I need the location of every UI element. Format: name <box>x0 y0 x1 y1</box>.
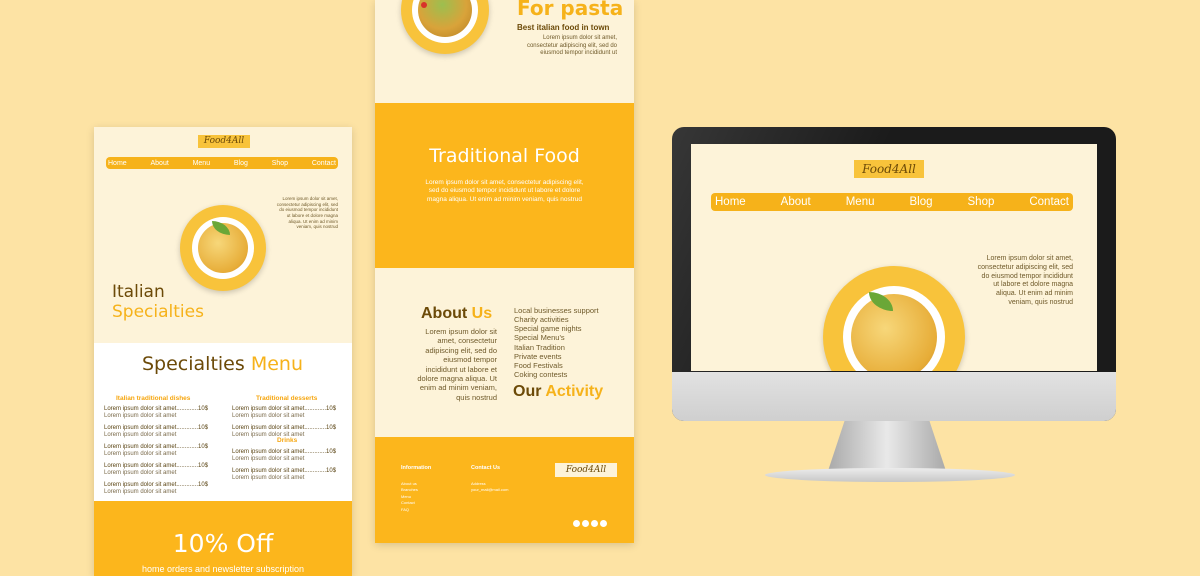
main-nav: Home About Menu Blog Shop Contact <box>106 157 338 169</box>
brand-logo[interactable]: Food4All <box>198 135 250 148</box>
activity-title-part2: Activity <box>545 383 604 400</box>
about-lorem: Lorem ipsum dolor sit amet, consectetur ad… <box>417 327 497 402</box>
menu-item: Lorem ipsum dolor sit amet.............1… <box>232 468 337 474</box>
promo-title: 10% Off <box>172 529 274 558</box>
facebook-icon[interactable] <box>600 520 607 527</box>
promo-subtitle[interactable]: home orders and newsletter subscription <box>94 564 352 574</box>
nav-blog[interactable]: Blog <box>909 196 932 208</box>
col2-heading: Traditional desserts <box>256 395 318 402</box>
pinterest-icon[interactable] <box>591 520 598 527</box>
menu-section: Specialties Menu Italian traditional dis… <box>94 343 352 501</box>
nav-home[interactable]: Home <box>715 196 746 208</box>
drinks-heading: Drinks <box>277 437 298 444</box>
list-item: Local businesses support <box>514 306 599 315</box>
top-subtitle: Best italian food in town <box>517 23 610 32</box>
twitter-icon[interactable] <box>582 520 589 527</box>
band-title: Traditional Food <box>429 145 580 167</box>
list-item: Private events <box>514 351 562 361</box>
nav-home[interactable]: Home <box>108 160 127 167</box>
footer-info-heading: Information <box>401 465 432 471</box>
footer-link[interactable]: Branches <box>401 487 418 493</box>
nav-about[interactable]: About <box>150 160 168 167</box>
list-item: Food Festivals <box>514 360 563 370</box>
top-lorem: Lorem ipsum dolor sit amet, consectetur a… <box>526 35 617 56</box>
list-item: Coking contests <box>514 369 568 379</box>
col1-heading: Italian traditional dishes <box>116 395 191 402</box>
menu-item: Lorem ipsum dolor sit amet.............1… <box>104 406 209 412</box>
hero-lorem: Lorem ipsum dolor sit amet, consectetur a… <box>276 196 338 230</box>
menu-title-part1: Specialties <box>142 353 245 375</box>
footer-contact-heading: Contact Us <box>471 465 501 471</box>
traditional-food-band: Traditional Food Lorem ipsum dolor sit a… <box>375 103 634 268</box>
about-title-part1: About <box>421 305 468 322</box>
footer-links: About us Branches Menu Contact FAQ <box>401 481 418 513</box>
activity-list: Local businesses support Charity activit… <box>514 306 599 379</box>
tablet-footer: Information About us Branches Menu Conta… <box>375 437 634 543</box>
col1-items: Lorem ipsum dolor sit amet.............1… <box>104 406 216 501</box>
list-item: Italian Tradition <box>514 342 565 352</box>
nav-contact[interactable]: Contact <box>312 160 336 167</box>
tablet-mockup: For pasta Best italian food in town Lore… <box>375 0 634 543</box>
pasta-dish-image <box>823 266 965 371</box>
list-item: Special game nights <box>514 324 582 334</box>
monitor-stand <box>828 421 946 471</box>
list-item: Special Menu's <box>514 333 565 343</box>
menu-item: Lorem ipsum dolor sit amet.............1… <box>104 425 209 431</box>
list-item: Charity activities <box>514 315 569 325</box>
band-lorem: Lorem ipsum dolor sit amet, consectetur … <box>425 179 584 203</box>
nav-blog[interactable]: Blog <box>234 160 248 167</box>
hero-title-line2: Specialties <box>112 302 204 322</box>
footer-contact: Address your_mail@mail.com <box>471 481 509 493</box>
nav-contact[interactable]: Contact <box>1029 196 1069 208</box>
footer-logo[interactable]: Food4All <box>555 463 617 477</box>
main-nav: Home About Menu Blog Shop Contact <box>711 193 1073 211</box>
menu-title-part2: Menu <box>250 353 303 375</box>
promo-banner: 10% Off home orders and newsletter subsc… <box>94 501 352 576</box>
brand-logo[interactable]: Food4All <box>854 160 924 178</box>
pasta-dish-image <box>401 0 489 54</box>
about-title-part2: Us <box>471 305 493 322</box>
menu-item: Lorem ipsum dolor sit amet.............1… <box>104 463 209 469</box>
footer-link[interactable]: FAQ <box>401 507 418 513</box>
youtube-icon[interactable] <box>573 520 580 527</box>
pasta-dish-image <box>180 205 266 291</box>
hero-lorem: Lorem ipsum dolor sit amet, consectetur a… <box>977 255 1073 306</box>
nav-shop[interactable]: Shop <box>272 160 288 167</box>
mobile-mockup: Food4All Home About Menu Blog Shop Conta… <box>94 127 352 576</box>
nav-menu[interactable]: Menu <box>193 160 211 167</box>
drinks-items: Lorem ipsum dolor sit amet.............1… <box>232 449 344 487</box>
footer-email[interactable]: your_mail@mail.com <box>471 487 508 493</box>
menu-item: Lorem ipsum dolor sit amet.............1… <box>232 449 337 455</box>
nav-menu[interactable]: Menu <box>846 196 875 208</box>
nav-about[interactable]: About <box>781 196 811 208</box>
hero-title-line1: Italian <box>112 282 165 302</box>
menu-item: Lorem ipsum dolor sit amet.............1… <box>232 406 337 412</box>
desktop-screen: Food4All Home About Menu Blog Shop Conta… <box>691 144 1097 371</box>
activity-title-part1: Our <box>513 383 542 400</box>
menu-item: Lorem ipsum dolor sit amet.............1… <box>104 444 209 450</box>
monitor-base <box>765 468 1015 482</box>
social-icons <box>571 514 607 532</box>
nav-shop[interactable]: Shop <box>968 196 995 208</box>
menu-item: Lorem ipsum dolor sit amet.............1… <box>104 482 209 488</box>
menu-item: Lorem ipsum dolor sit amet.............1… <box>232 425 337 431</box>
monitor-bezel <box>672 372 1116 421</box>
top-title: For pasta <box>517 0 624 20</box>
